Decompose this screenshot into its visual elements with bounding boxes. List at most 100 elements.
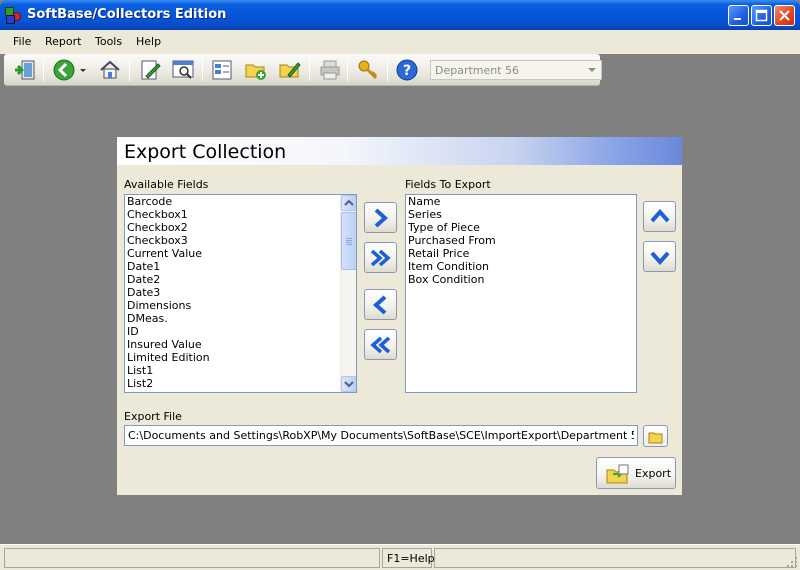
back-button[interactable]	[51, 57, 77, 83]
list-item[interactable]: Dimensions	[125, 299, 356, 312]
home-icon	[100, 60, 120, 79]
export-items: Name Series Type of Piece Purchased From Ret…	[406, 195, 636, 286]
resize-grip-icon[interactable]	[786, 556, 798, 568]
chevron-down-icon	[344, 381, 354, 388]
list-item[interactable]: Series	[406, 208, 636, 221]
add-folder-icon	[245, 64, 266, 80]
browse-folder-button[interactable]	[643, 425, 668, 447]
move-down-button[interactable]	[643, 241, 676, 272]
title-bar[interactable]: SoftBase/Collectors Edition	[0, 0, 800, 30]
fields-to-export-list[interactable]: Name Series Type of Piece Purchased From Ret…	[405, 194, 637, 393]
add-all-fields-button[interactable]	[364, 242, 397, 273]
scroll-down-button[interactable]	[341, 376, 356, 392]
menu-file[interactable]: File	[13, 35, 31, 48]
list-item[interactable]: Date3	[125, 286, 356, 299]
list-item[interactable]: Retail Price	[406, 247, 636, 260]
collection-select-value: Department 56	[435, 64, 520, 77]
list-item[interactable]: Type of Piece	[406, 221, 636, 234]
chevron-down-icon[interactable]	[584, 62, 600, 78]
list-item[interactable]: List1	[125, 364, 356, 377]
back-history-dropdown[interactable]	[77, 57, 89, 83]
chevron-up-icon	[650, 208, 670, 223]
edit-folder-icon	[279, 62, 301, 78]
print-button[interactable]	[317, 57, 343, 83]
move-up-button[interactable]	[643, 201, 676, 232]
scroll-up-button[interactable]	[341, 195, 356, 211]
list-item[interactable]: Date1	[125, 260, 356, 273]
chevron-down-icon	[650, 251, 670, 266]
search-button[interactable]	[170, 57, 196, 83]
panel-header: Export Collection	[117, 137, 682, 165]
export-file-field-wrap	[124, 425, 638, 446]
edit-icon	[141, 60, 161, 80]
list-item[interactable]: ID	[125, 325, 356, 338]
export-file-label: Export File	[124, 410, 182, 423]
available-items: Barcode Checkbox1 Checkbox2 Checkbox3 Curren…	[125, 195, 356, 390]
list-item[interactable]: DMeas.	[125, 312, 356, 325]
double-chevron-left-icon	[370, 336, 391, 354]
status-panel-help: F1=Help	[382, 548, 435, 568]
scroll-thumb[interactable]	[341, 212, 356, 270]
status-help-hint: F1=Help	[387, 552, 435, 565]
export-button-label: Export	[635, 467, 672, 480]
app-logo-icon	[5, 7, 22, 24]
maximize-button[interactable]	[751, 5, 772, 26]
menu-report[interactable]: Report	[45, 35, 81, 48]
chevron-down-icon	[80, 69, 86, 72]
keys-button[interactable]	[355, 57, 381, 83]
window-title: SoftBase/Collectors Edition	[27, 7, 227, 22]
panel-title: Export Collection	[124, 141, 287, 163]
available-scrollbar[interactable]	[340, 195, 356, 392]
list-item[interactable]: Barcode	[125, 195, 356, 208]
list-item[interactable]: Item Condition	[406, 260, 636, 273]
help-button[interactable]: ?	[394, 57, 420, 83]
list-item[interactable]: Checkbox1	[125, 208, 356, 221]
list-item[interactable]: Current Value	[125, 247, 356, 260]
toolbar: ? Department 56	[4, 54, 602, 86]
edit-button[interactable]	[137, 57, 163, 83]
list-item[interactable]: Checkbox3	[125, 234, 356, 247]
list-item[interactable]: Insured Value	[125, 338, 356, 351]
menu-tools[interactable]: Tools	[95, 35, 122, 48]
list-item[interactable]: Checkbox2	[125, 221, 356, 234]
maximize-icon	[755, 9, 768, 22]
export-folder-icon	[606, 464, 629, 484]
fields-to-export-label: Fields To Export	[405, 178, 491, 191]
exit-icon	[15, 60, 35, 80]
list-item[interactable]: Date2	[125, 273, 356, 286]
list-item[interactable]: Purchased From	[406, 234, 636, 247]
collection-select[interactable]: Department 56	[430, 60, 602, 80]
remove-field-button[interactable]	[364, 289, 397, 320]
edit-folder-button[interactable]	[277, 57, 303, 83]
list-item[interactable]: Name	[406, 195, 636, 208]
export-button[interactable]: Export	[596, 457, 676, 489]
app-window: SoftBase/Collectors Edition File Report …	[0, 0, 800, 570]
menu-help[interactable]: Help	[136, 35, 161, 48]
list-item[interactable]: Limited Edition	[125, 351, 356, 364]
chevron-up-icon	[344, 199, 354, 206]
list-item[interactable]: List2	[125, 377, 356, 390]
list-item[interactable]: Box Condition	[406, 273, 636, 286]
remove-all-fields-button[interactable]	[364, 329, 397, 360]
minimize-button[interactable]	[728, 5, 749, 26]
search-icon	[172, 60, 194, 79]
status-bar: F1=Help	[0, 544, 800, 570]
folder-icon	[648, 432, 663, 444]
back-icon	[53, 59, 75, 81]
export-file-input[interactable]	[125, 426, 637, 445]
chevron-left-icon	[372, 295, 387, 315]
status-panel-extra	[434, 548, 796, 568]
available-fields-list[interactable]: Barcode Checkbox1 Checkbox2 Checkbox3 Curren…	[124, 194, 357, 393]
status-panel-main	[4, 548, 380, 568]
available-fields-label: Available Fields	[124, 178, 209, 191]
add-folder-button[interactable]	[243, 57, 269, 83]
list-view-button[interactable]	[209, 57, 235, 83]
close-icon	[779, 10, 790, 21]
close-button[interactable]	[774, 5, 795, 26]
svg-text:?: ?	[403, 63, 411, 79]
home-button[interactable]	[97, 57, 123, 83]
exit-button[interactable]	[12, 57, 38, 83]
help-icon: ?	[396, 59, 418, 81]
add-field-button[interactable]	[364, 202, 397, 233]
list-view-icon	[212, 60, 232, 80]
